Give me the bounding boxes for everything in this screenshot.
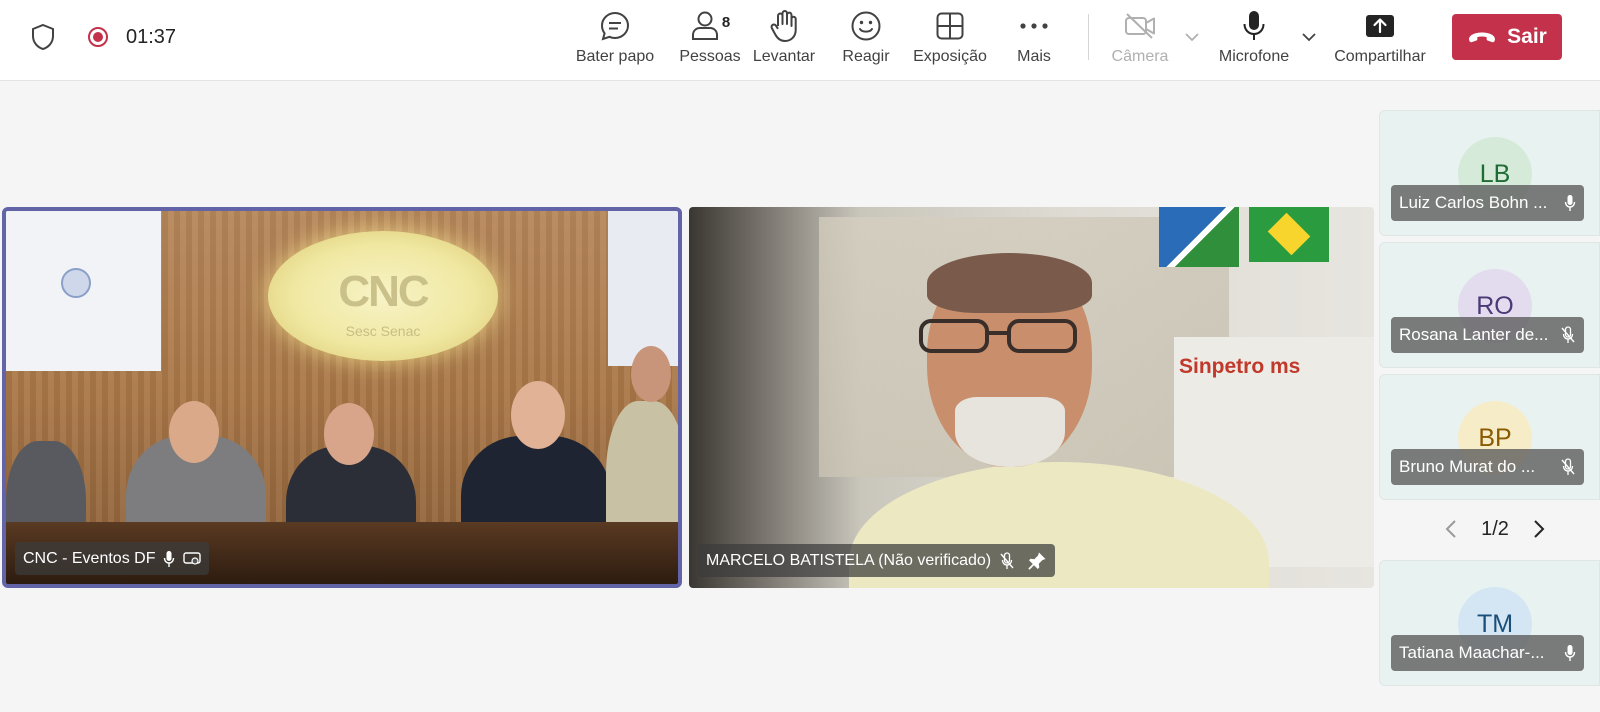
sinpetro-sign: Sinpetro ms (1179, 355, 1301, 378)
share-label: Compartilhar (1334, 48, 1426, 65)
participant-card[interactable]: RO Rosana Lanter de... (1379, 242, 1600, 368)
room-device-icon (183, 551, 202, 567)
camera-off-icon (1123, 8, 1157, 44)
microphone-label: Microfone (1218, 48, 1290, 65)
more-label: Mais (1017, 48, 1051, 65)
video-tile-marcelo[interactable]: Sinpetro ms MARCELO BATISTELA (Não verif… (689, 207, 1374, 588)
people-label: Pessoas (679, 48, 741, 65)
meeting-toolbar: 01:37 Bater papo 8 Pessoas Levantar Reag… (0, 0, 1600, 81)
previous-page-button[interactable] (1440, 518, 1462, 540)
person-icon (691, 11, 718, 40)
projection-screen-right (608, 211, 678, 366)
grid-icon (935, 8, 965, 44)
meeting-info: 01:37 (30, 22, 176, 52)
cnc-logo-text: CNC (338, 267, 429, 316)
brazil-flag (1249, 207, 1329, 262)
more-dots-icon (1019, 8, 1049, 44)
participant-card[interactable]: LB Luiz Carlos Bohn ... (1379, 110, 1600, 236)
participant-beard (955, 397, 1065, 467)
chat-label: Bater papo (575, 48, 655, 65)
participant-name: Luiz Carlos Bohn ... (1399, 193, 1548, 212)
more-button[interactable]: Mais (1010, 8, 1058, 72)
participant-name: Bruno Murat do ... (1399, 457, 1536, 476)
attendee-head (324, 403, 374, 465)
chevron-down-icon (1302, 33, 1316, 42)
react-label: Reagir (842, 48, 890, 65)
chevron-right-icon (1534, 520, 1545, 538)
microphone-button[interactable]: Microfone (1214, 8, 1294, 72)
cnc-logo-wall: CNC Sesc Senac (268, 231, 498, 361)
leave-button[interactable]: Sair (1452, 14, 1562, 60)
sesc-senac-text: Sesc Senac (345, 323, 421, 339)
react-button[interactable]: Reagir (836, 8, 896, 72)
leave-label: Sair (1507, 25, 1547, 48)
video-feed: CNC Sesc Senac (6, 211, 678, 584)
chat-icon (599, 8, 631, 44)
participant-name-tag: MARCELO BATISTELA (Não verificado) (698, 544, 1056, 577)
camera-button[interactable]: Câmera (1107, 8, 1173, 72)
chat-button[interactable]: Bater papo (575, 8, 655, 72)
video-feed: Sinpetro ms (689, 207, 1374, 588)
participant-name-tag: Luiz Carlos Bohn ... (1391, 185, 1584, 221)
chevron-left-icon (1445, 520, 1456, 538)
view-button[interactable]: Exposição (910, 8, 990, 72)
participant-name: MARCELO BATISTELA (Não verificado) (706, 551, 992, 569)
people-icon-wrap: 8 (690, 8, 730, 44)
video-tile-cnc[interactable]: CNC Sesc Senac CNC - Eventos DF (2, 207, 682, 588)
roster-pager: 1/2 (1440, 512, 1550, 546)
camera-options-chevron[interactable] (1183, 28, 1201, 46)
meeting-timer: 01:37 (126, 25, 177, 48)
participant-name: Rosana Lanter de... (1399, 325, 1549, 344)
attendee-head (169, 401, 219, 463)
chevron-down-icon (1185, 33, 1199, 42)
share-button[interactable]: Compartilhar (1334, 8, 1426, 72)
glasses-shape (919, 319, 1077, 353)
participant-name: CNC - Eventos DF (23, 549, 156, 567)
microphone-icon (1564, 644, 1576, 662)
mic-muted-icon (1560, 458, 1576, 476)
view-label: Exposição (913, 48, 987, 65)
participant-hair (927, 253, 1092, 313)
participant-name-tag: CNC - Eventos DF (15, 542, 210, 575)
attendee-head (511, 381, 565, 449)
camera-label: Câmera (1111, 48, 1169, 65)
recording-icon (86, 25, 110, 49)
projection-screen (6, 211, 161, 371)
next-page-button[interactable] (1528, 518, 1550, 540)
hand-icon (769, 8, 799, 44)
participant-card[interactable]: TM Tatiana Maachar-... (1379, 560, 1600, 686)
attendee-head (631, 346, 671, 402)
people-button[interactable]: 8 Pessoas (670, 8, 750, 72)
mic-muted-icon (999, 551, 1015, 570)
globe-icon (61, 268, 91, 298)
microphone-icon (163, 550, 175, 568)
microphone-options-chevron[interactable] (1300, 28, 1318, 46)
people-count-badge: 8 (721, 13, 731, 31)
participant-name: Tatiana Maachar-... (1399, 643, 1545, 662)
raise-hand-button[interactable]: Levantar (748, 8, 820, 72)
microphone-icon (1564, 194, 1576, 212)
state-flag (1159, 207, 1239, 267)
participant-name-tag: Tatiana Maachar-... (1391, 635, 1584, 671)
page-indicator: 1/2 (1481, 517, 1509, 540)
participant-name-tag: Rosana Lanter de... (1391, 317, 1584, 353)
mic-muted-icon (1560, 326, 1576, 344)
microphone-icon (1241, 8, 1267, 44)
pin-icon[interactable] (1027, 551, 1047, 571)
raise-hand-label: Levantar (752, 48, 816, 65)
share-screen-icon (1364, 8, 1396, 44)
smiley-icon (850, 8, 882, 44)
shield-icon[interactable] (30, 22, 56, 52)
hang-up-icon (1467, 30, 1497, 44)
toolbar-divider (1088, 14, 1089, 60)
participant-card[interactable]: BP Bruno Murat do ... (1379, 374, 1600, 500)
participant-name-tag: Bruno Murat do ... (1391, 449, 1584, 485)
